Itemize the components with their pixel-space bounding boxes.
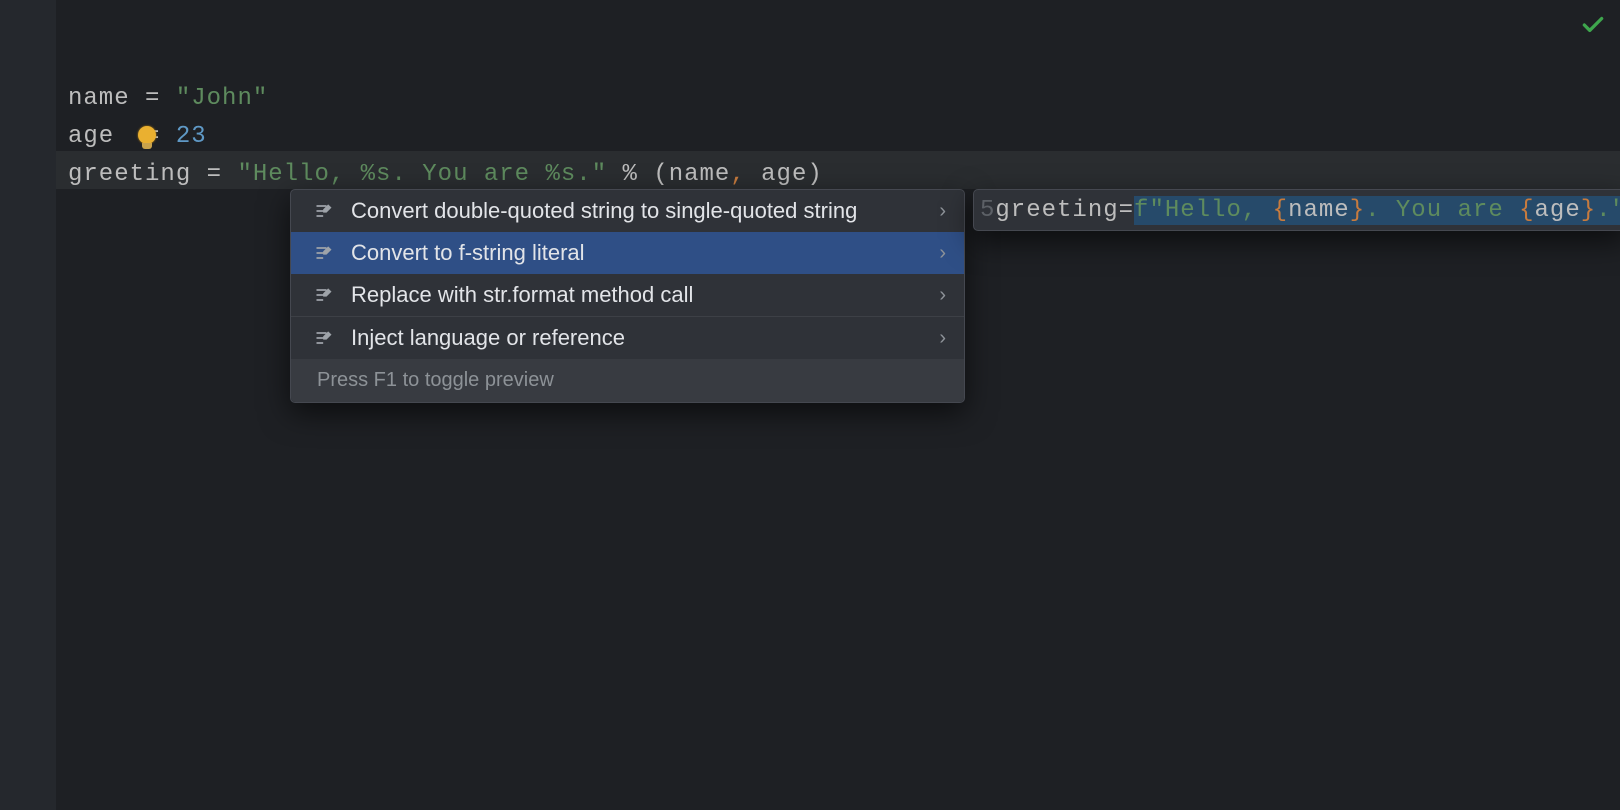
intention-item-fstring[interactable]: Convert to f-string literal › <box>291 232 964 274</box>
intention-preview: 5 greeting = f"Hello, {name}. You are {a… <box>973 189 1620 231</box>
token-op: = <box>1119 197 1134 224</box>
intention-item-label: Inject language or reference <box>351 325 929 351</box>
intention-item-convert-quotes[interactable]: Convert double-quoted string to single-q… <box>291 190 964 232</box>
edit-icon <box>313 284 335 306</box>
token-var: name <box>1288 197 1350 224</box>
popup-footer: Press F1 to toggle preview <box>291 359 964 402</box>
checkmark-icon[interactable] <box>1580 12 1606 38</box>
lightbulb-icon[interactable] <box>138 126 156 144</box>
intention-item-label: Replace with str.format method call <box>351 282 929 308</box>
token-quote: " <box>1149 197 1164 224</box>
code-area[interactable]: name = "John" age = 23 greeting = "Hello… <box>56 0 1620 810</box>
intention-item-strformat[interactable]: Replace with str.format method call › <box>291 274 964 316</box>
token-number: 23 <box>176 123 207 150</box>
code-line-1[interactable]: name = "John" <box>56 80 1620 118</box>
chevron-right-icon: › <box>939 200 946 223</box>
intention-popup: Convert double-quoted string to single-q… <box>290 189 965 403</box>
token-string: "John" <box>176 85 268 112</box>
token-var: greeting <box>995 197 1118 224</box>
token-string: Hello, <box>1165 197 1273 224</box>
token-quote: " <box>1612 197 1620 224</box>
token-brace: } <box>1350 197 1365 224</box>
intention-item-label: Convert to f-string literal <box>351 240 929 266</box>
edit-icon <box>313 327 335 349</box>
token-punct: ( <box>653 161 668 188</box>
intention-item-label: Convert double-quoted string to single-q… <box>351 198 929 224</box>
token-string: . <box>1596 197 1611 224</box>
code-line-2[interactable]: age = 23 <box>56 118 1620 156</box>
token-var: age <box>68 123 114 150</box>
token-var: age <box>761 161 807 188</box>
token-brace: } <box>1581 197 1596 224</box>
intention-item-inject[interactable]: Inject language or reference › <box>291 317 964 359</box>
edit-icon <box>313 242 335 264</box>
token-string: . You are <box>1365 197 1519 224</box>
token-punct: ) <box>807 161 822 188</box>
token-brace: { <box>1273 197 1288 224</box>
token-var: name <box>68 85 130 112</box>
edit-icon <box>313 200 335 222</box>
token-op: = <box>145 85 160 112</box>
chevron-right-icon: › <box>939 284 946 307</box>
token-var: greeting <box>68 161 191 188</box>
token-comma: , <box>730 161 745 188</box>
gutter <box>0 0 56 810</box>
editor-root: name = "John" age = 23 greeting = "Hello… <box>0 0 1620 810</box>
token-op: % <box>623 161 638 188</box>
token-var: name <box>669 161 731 188</box>
token-var: age <box>1535 197 1581 224</box>
token-brace: { <box>1519 197 1534 224</box>
token-fprefix: f <box>1134 197 1149 224</box>
chevron-right-icon: › <box>939 327 946 350</box>
chevron-right-icon: › <box>939 242 946 265</box>
preview-line-number: 5 <box>980 197 995 224</box>
token-op: = <box>207 161 222 188</box>
token-string: "Hello, %s. You are %s." <box>237 161 607 188</box>
